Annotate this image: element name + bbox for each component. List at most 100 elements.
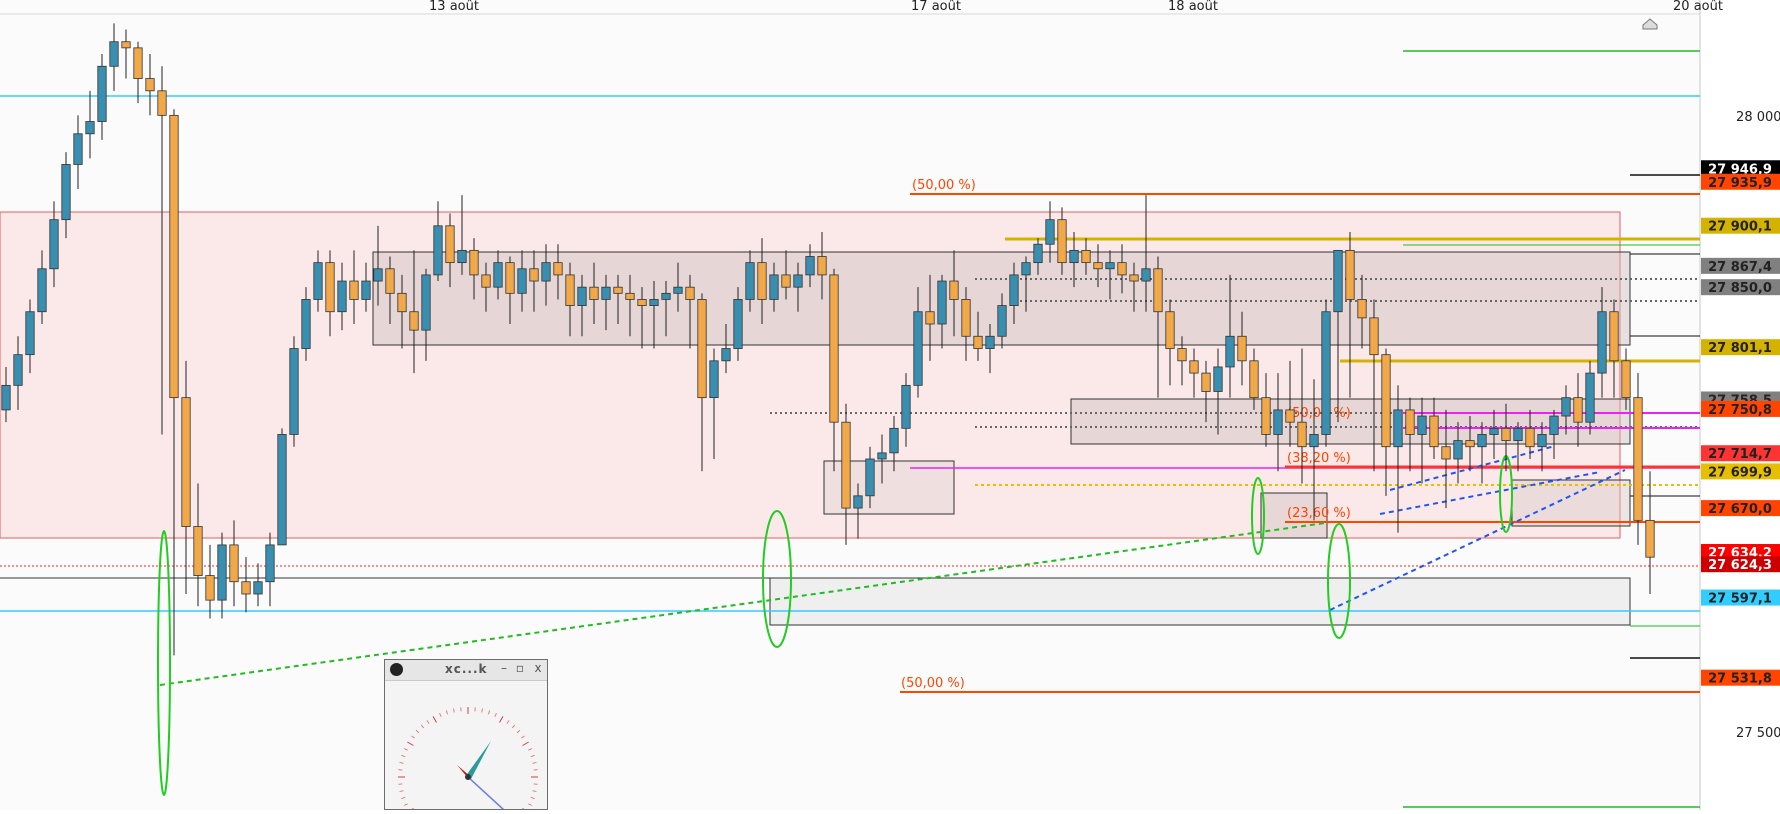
candle[interactable] — [1202, 373, 1210, 391]
candle[interactable] — [110, 42, 118, 67]
candle[interactable] — [1070, 250, 1078, 262]
candle[interactable] — [1298, 422, 1306, 447]
clock-titlebar[interactable]: xc...k – ▫ x — [385, 660, 547, 681]
candle[interactable] — [74, 134, 82, 165]
candle[interactable] — [638, 299, 646, 305]
candle[interactable] — [650, 299, 658, 305]
candle[interactable] — [722, 349, 730, 361]
candle[interactable] — [1130, 275, 1138, 281]
candle[interactable] — [1442, 447, 1450, 459]
candle[interactable] — [938, 281, 946, 324]
candle[interactable] — [818, 257, 826, 275]
candle[interactable] — [1382, 355, 1390, 447]
candle[interactable] — [926, 312, 934, 324]
candle[interactable] — [998, 306, 1006, 337]
price-chart[interactable]: 13 août 17 août 18 août 20 août 28 000,0… — [0, 0, 1780, 810]
candle[interactable] — [914, 312, 922, 386]
candle[interactable] — [1646, 520, 1654, 557]
candle[interactable] — [2, 385, 10, 410]
candle[interactable] — [1634, 398, 1642, 521]
candle[interactable] — [470, 250, 478, 275]
candle[interactable] — [38, 269, 46, 312]
candle[interactable] — [1250, 361, 1258, 398]
candle[interactable] — [182, 398, 190, 527]
clock-widget-window[interactable]: xc...k – ▫ x — [384, 659, 548, 810]
candle[interactable] — [1058, 220, 1066, 263]
candle[interactable] — [374, 269, 382, 281]
candle[interactable] — [434, 226, 442, 275]
candle[interactable] — [542, 263, 550, 281]
candle[interactable] — [398, 293, 406, 311]
candle[interactable] — [662, 293, 670, 299]
candle[interactable] — [986, 336, 994, 348]
candle[interactable] — [1238, 336, 1246, 361]
candle[interactable] — [830, 275, 838, 422]
candle[interactable] — [494, 263, 502, 288]
chart[interactable]: 13 août 17 août 18 août 20 août 28 000,0… — [0, 0, 1780, 810]
candle[interactable] — [578, 287, 586, 305]
candle[interactable] — [890, 428, 898, 453]
candle[interactable] — [854, 496, 862, 508]
candle[interactable] — [674, 287, 682, 293]
candle[interactable] — [62, 164, 70, 219]
candle[interactable] — [1370, 318, 1378, 355]
candle[interactable] — [782, 275, 790, 287]
candle[interactable] — [962, 299, 970, 336]
candle[interactable] — [122, 42, 130, 48]
candle[interactable] — [902, 385, 910, 428]
candle[interactable] — [686, 287, 694, 299]
candle[interactable] — [290, 349, 298, 435]
candle[interactable] — [242, 582, 250, 594]
maximize-button[interactable]: ▫ — [513, 661, 527, 675]
candle[interactable] — [170, 115, 178, 397]
candle[interactable] — [458, 250, 466, 262]
candle[interactable] — [794, 275, 802, 287]
candle[interactable] — [194, 527, 202, 576]
candle[interactable] — [1274, 410, 1282, 435]
candle[interactable] — [1178, 349, 1186, 361]
candle[interactable] — [386, 269, 394, 294]
candle[interactable] — [1094, 263, 1102, 269]
candle[interactable] — [1478, 434, 1486, 446]
candle[interactable] — [1046, 220, 1054, 245]
candle[interactable] — [1286, 410, 1294, 422]
candle[interactable] — [1310, 434, 1318, 446]
candle[interactable] — [1526, 428, 1534, 446]
candle[interactable] — [1226, 336, 1234, 367]
candle[interactable] — [1418, 416, 1426, 434]
candle[interactable] — [614, 287, 622, 293]
candle[interactable] — [338, 281, 346, 312]
candle[interactable] — [1586, 373, 1594, 422]
candle[interactable] — [1214, 367, 1222, 392]
candle[interactable] — [1550, 416, 1558, 434]
candle[interactable] — [1142, 269, 1150, 281]
candle[interactable] — [1106, 263, 1114, 269]
candle[interactable] — [14, 355, 22, 386]
candle[interactable] — [1610, 312, 1618, 361]
candle[interactable] — [266, 545, 274, 582]
candle[interactable] — [350, 281, 358, 299]
candle[interactable] — [1406, 410, 1414, 435]
candle[interactable] — [206, 576, 214, 601]
candle[interactable] — [1394, 410, 1402, 447]
candle[interactable] — [1622, 361, 1630, 398]
candle[interactable] — [446, 226, 454, 263]
minimize-button[interactable]: – — [497, 661, 511, 675]
candle[interactable] — [1322, 312, 1330, 435]
candle[interactable] — [278, 434, 286, 544]
candle[interactable] — [302, 299, 310, 348]
candle[interactable] — [842, 422, 850, 508]
candle[interactable] — [626, 293, 634, 299]
candle[interactable] — [554, 263, 562, 275]
candle[interactable] — [1190, 361, 1198, 373]
candle[interactable] — [1466, 441, 1474, 447]
candle[interactable] — [1022, 263, 1030, 275]
candle[interactable] — [98, 66, 106, 121]
candle[interactable] — [158, 91, 166, 116]
candle[interactable] — [314, 263, 322, 300]
candle[interactable] — [1490, 428, 1498, 434]
candle[interactable] — [1562, 398, 1570, 416]
candle[interactable] — [1034, 244, 1042, 262]
candle[interactable] — [230, 545, 238, 582]
candle[interactable] — [1334, 250, 1342, 311]
